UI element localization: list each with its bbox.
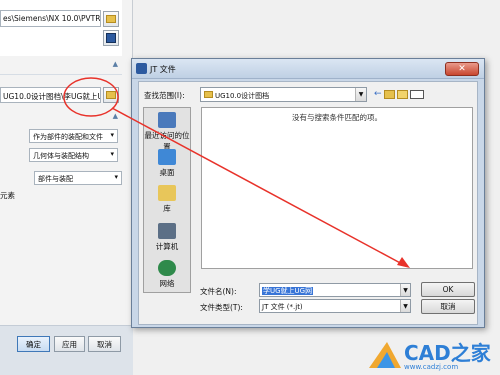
- divider: [0, 74, 122, 75]
- close-icon: ✕: [458, 64, 466, 74]
- structure-value: 几何体与装配结构: [33, 152, 89, 160]
- filetype-value: JT 文件 (*.jt): [262, 303, 303, 311]
- lookin-value: UG10.0设计图档: [215, 92, 270, 100]
- place-computer[interactable]: 计算机: [144, 223, 190, 252]
- recent-places-icon: [158, 112, 176, 128]
- back-arrow-icon[interactable]: ←: [374, 89, 382, 99]
- network-icon: [158, 260, 176, 276]
- filetype-select[interactable]: JT 文件 (*.jt) ▼: [259, 299, 411, 313]
- filetype-label: 文件类型(T):: [200, 303, 243, 312]
- ok-button[interactable]: 确定: [17, 336, 50, 352]
- empty-message: 没有与搜索条件匹配的项。: [292, 113, 382, 122]
- watermark-text: CAD之家: [404, 341, 491, 365]
- apply-button[interactable]: 应用: [54, 336, 85, 352]
- nx-top-section: [0, 0, 122, 56]
- cancel-button[interactable]: 取消: [88, 336, 121, 352]
- view-menu-icon[interactable]: [409, 89, 424, 99]
- lookin-select[interactable]: UG10.0设计图档 ▼: [200, 87, 367, 102]
- place-library[interactable]: 库: [144, 185, 190, 214]
- cancel-button[interactable]: 取消: [421, 299, 475, 314]
- scope-select[interactable]: 部件与装配 ▾: [34, 171, 122, 185]
- browse-folder-button[interactable]: [103, 11, 119, 27]
- save-settings-button[interactable]: [103, 30, 119, 46]
- place-desktop[interactable]: 桌面: [144, 149, 190, 178]
- filename-value: 学UG就上UG网: [262, 287, 314, 295]
- dialog-title: JT 文件: [150, 65, 176, 74]
- save-icon: [106, 33, 116, 43]
- library-icon: [158, 185, 176, 201]
- output-path-field[interactable]: es\Siemens\NX 10.0\PVTRA: [0, 10, 101, 27]
- chevron-down-icon: ▼: [355, 88, 366, 101]
- export-mode-select[interactable]: 作为部件的装配和文件 ▾: [29, 129, 118, 143]
- scope-value: 部件与装配: [38, 175, 73, 183]
- folder-open-icon: [106, 15, 116, 23]
- place-recent[interactable]: 最近访问的位置: [144, 112, 190, 152]
- chevron-down-icon: ▾: [114, 173, 118, 181]
- file-list[interactable]: 没有与搜索条件匹配的项。: [201, 107, 473, 269]
- desktop-icon: [158, 149, 176, 165]
- new-folder-icon[interactable]: [396, 89, 408, 99]
- watermark-url: www.cadzj.com: [404, 363, 459, 371]
- chevron-down-icon: ▾: [110, 131, 114, 139]
- place-label: 桌面: [159, 168, 175, 177]
- toolbar: ←: [374, 87, 424, 101]
- structure-select[interactable]: 几何体与装配结构 ▾: [29, 148, 118, 162]
- export-mode-value: 作为部件的装配和文件: [33, 133, 103, 141]
- output-name-field[interactable]: UG10.0设计图档\李UG就上UC: [0, 87, 101, 103]
- collapse-arrow-icon[interactable]: ▲: [113, 112, 118, 120]
- app-icon: [136, 63, 147, 74]
- elements-label: 元素: [0, 191, 15, 200]
- folder-open-icon: [106, 91, 116, 99]
- place-network[interactable]: 网络: [144, 260, 190, 289]
- places-bar: 最近访问的位置 桌面 库 计算机 网络: [143, 107, 191, 293]
- title-bar[interactable]: JT 文件 ✕: [132, 59, 484, 79]
- filename-input[interactable]: 学UG就上UG网 ▼: [259, 283, 411, 297]
- lookin-label: 查找范围(I):: [144, 91, 185, 100]
- ok-button[interactable]: OK: [421, 282, 475, 297]
- close-button[interactable]: ✕: [445, 62, 479, 76]
- up-folder-icon[interactable]: [383, 89, 395, 99]
- place-label: 网络: [159, 279, 175, 288]
- browse-file-button[interactable]: [103, 87, 119, 103]
- chevron-down-icon: ▼: [400, 284, 410, 296]
- computer-icon: [158, 223, 176, 239]
- chevron-down-icon: ▾: [110, 150, 114, 158]
- folder-icon: [204, 91, 213, 98]
- place-label: 库: [163, 204, 171, 213]
- collapse-arrow-icon[interactable]: ▲: [113, 60, 118, 68]
- place-label: 计算机: [155, 242, 179, 251]
- chevron-down-icon: ▼: [400, 300, 410, 312]
- nx-export-dialog: es\Siemens\NX 10.0\PVTRA ▲ UG10.0设计图档\李U…: [0, 0, 133, 375]
- dialog-body: 查找范围(I): UG10.0设计图档 ▼ ← 最近访问的位置 桌面 库 计算机…: [138, 81, 478, 325]
- jt-file-dialog: JT 文件 ✕ 查找范围(I): UG10.0设计图档 ▼ ← 最近访问的位置 …: [131, 58, 485, 328]
- filename-label: 文件名(N):: [200, 287, 237, 296]
